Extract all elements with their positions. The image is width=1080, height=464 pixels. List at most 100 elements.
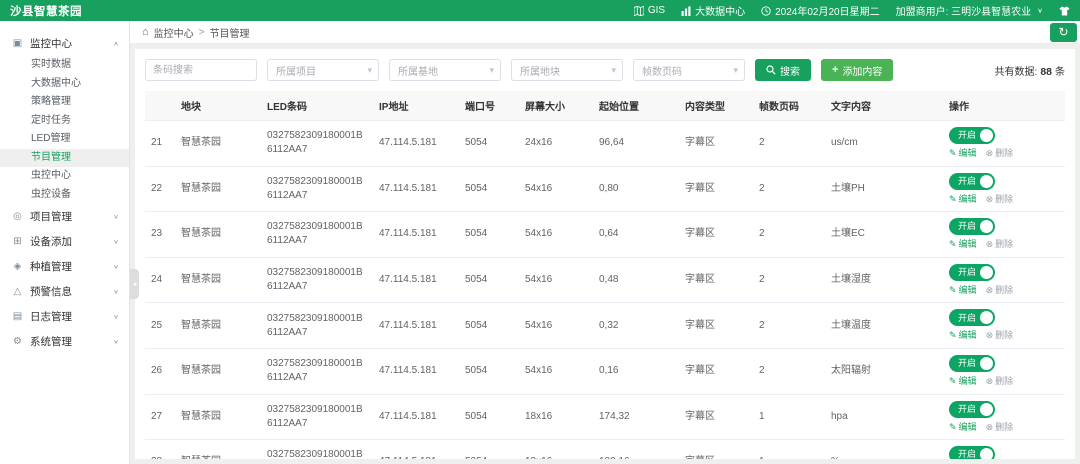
edit-button[interactable]: ✎ 编辑 bbox=[949, 238, 977, 251]
cell-plot: 智慧茶园 bbox=[175, 211, 261, 258]
plant-icon: ◈ bbox=[13, 261, 22, 272]
power-toggle[interactable]: 开启 bbox=[949, 127, 996, 144]
edit-icon: ✎ bbox=[949, 239, 957, 250]
sidebar-collapse-handle[interactable]: ◂ bbox=[130, 269, 139, 299]
sidebar-item[interactable]: 节目管理 bbox=[0, 148, 129, 167]
sidebar-item[interactable]: 定时任务 bbox=[0, 112, 129, 131]
power-toggle[interactable]: 开启 bbox=[949, 172, 996, 190]
delete-button[interactable]: ⊗ 删除 bbox=[986, 147, 1014, 160]
cell-actions: 开启 ✎编辑 ⊗删除 bbox=[943, 394, 1065, 441]
toggle-knob-icon bbox=[980, 356, 994, 370]
delete-button[interactable]: ⊗ 删除 bbox=[986, 375, 1014, 388]
sidebar-group[interactable]: ⊞ 设备添加 ∨ bbox=[0, 229, 129, 254]
cell-frame-page: 2 bbox=[753, 302, 825, 349]
filter-select[interactable]: 所属基地 bbox=[389, 59, 501, 81]
sidebar-group[interactable]: ▤ 日志管理 ∨ bbox=[0, 304, 129, 329]
breadcrumb-root[interactable]: 监控中心 bbox=[154, 25, 194, 40]
row-index: 26 bbox=[145, 348, 175, 395]
edit-icon: ✎ bbox=[949, 193, 957, 204]
sidebar-item[interactable]: LED管理 bbox=[0, 130, 129, 149]
sidebar-item[interactable]: 大数据中心 bbox=[0, 75, 129, 94]
search-button[interactable]: 搜索 bbox=[755, 59, 811, 81]
cell-content-type: 字幕区 bbox=[679, 348, 753, 395]
edit-button[interactable]: ✎ 编辑 bbox=[949, 193, 977, 206]
column-header: 端口号 bbox=[459, 91, 519, 121]
bigdata-link[interactable]: 大数据中心 bbox=[681, 3, 745, 18]
total-count: 共有数据: 88 条 bbox=[994, 65, 1065, 78]
filter-select[interactable]: 所属地块 bbox=[511, 59, 623, 81]
column-header: 操作 bbox=[943, 91, 1065, 121]
column-header: 内容类型 bbox=[679, 91, 753, 121]
delete-icon: ⊗ bbox=[985, 284, 994, 295]
cell-content-type: 字幕区 bbox=[679, 166, 753, 213]
table-row: 21 智慧茶园 0327582309180001B6112AA7 47.114.… bbox=[145, 120, 1065, 167]
cell-port: 5054 bbox=[459, 439, 519, 459]
toggle-knob-icon bbox=[980, 220, 994, 234]
delete-button[interactable]: ⊗ 删除 bbox=[986, 284, 1014, 297]
chevron-down-icon: ∨ bbox=[1037, 6, 1043, 15]
sidebar-group[interactable]: ◎ 项目管理 ∨ bbox=[0, 204, 129, 229]
cell-start-position: 0,64 bbox=[593, 211, 679, 258]
cell-led-barcode: 0327582309180001B6112AA7 bbox=[261, 439, 373, 459]
sidebar-group[interactable]: △ 预警信息 ∨ bbox=[0, 279, 129, 304]
cell-port: 5054 bbox=[459, 394, 519, 441]
sidebar-item[interactable]: 策略管理 bbox=[0, 93, 129, 112]
table-header-row: 地块 LED条码 IP地址 端口号 屏幕大小 起始位置 内容类型 帧数页码 文字内容 操作 bbox=[145, 91, 1065, 121]
edit-icon: ✎ bbox=[949, 330, 957, 341]
cell-frame-page: 2 bbox=[753, 166, 825, 213]
edit-button[interactable]: ✎ 编辑 bbox=[949, 329, 977, 342]
sidebar-group[interactable]: ◈ 种植管理 ∨ bbox=[0, 254, 129, 279]
cell-ip-address: 47.114.5.181 bbox=[373, 439, 459, 459]
power-toggle[interactable]: 开启 bbox=[949, 400, 996, 418]
cell-frame-page: 2 bbox=[753, 120, 825, 167]
edit-button[interactable]: ✎ 编辑 bbox=[949, 284, 977, 297]
toggle-label: 开启 bbox=[958, 221, 977, 232]
table-row: 23 智慧茶园 0327582309180001B6112AA7 47.114.… bbox=[145, 211, 1065, 258]
power-toggle[interactable]: 开启 bbox=[949, 263, 996, 281]
project-icon: ◎ bbox=[13, 211, 22, 222]
cell-content-type: 字幕区 bbox=[679, 211, 753, 258]
barcode-search-input[interactable] bbox=[145, 59, 257, 81]
cell-plot: 智慧茶园 bbox=[175, 439, 261, 459]
cell-actions: 开启 ✎编辑 ⊗删除 bbox=[943, 120, 1065, 167]
power-toggle[interactable]: 开启 bbox=[949, 218, 996, 236]
log-icon: ▤ bbox=[12, 311, 23, 322]
sidebar-item[interactable]: 虫控中心 bbox=[0, 167, 129, 186]
power-toggle[interactable]: 开启 bbox=[949, 354, 996, 372]
gis-link[interactable]: GIS bbox=[633, 5, 665, 16]
chevron-icon: ∨ bbox=[113, 288, 119, 295]
delete-button[interactable]: ⊗ 删除 bbox=[986, 193, 1014, 206]
filter-select[interactable]: 所属项目 bbox=[267, 59, 379, 81]
refresh-button[interactable]: ↻ bbox=[1050, 23, 1077, 42]
sidebar-group[interactable]: ▣ 监控中心 ∧ bbox=[0, 31, 129, 56]
edit-button[interactable]: ✎ 编辑 bbox=[949, 147, 977, 160]
edit-button[interactable]: ✎ 编辑 bbox=[949, 375, 977, 388]
row-index: 25 bbox=[145, 302, 175, 349]
cell-text-content: % bbox=[825, 439, 943, 459]
toggle-knob-icon bbox=[980, 311, 994, 325]
system-icon: ⚙ bbox=[13, 336, 22, 347]
cell-frame-page: 2 bbox=[753, 211, 825, 258]
cell-start-position: 0,80 bbox=[593, 166, 679, 213]
toggle-knob-icon bbox=[980, 448, 994, 459]
monitor-icon: ▣ bbox=[12, 38, 23, 49]
user-menu[interactable]: 加盟商用户: 三明沙县智慧农业 ∨ bbox=[896, 3, 1043, 18]
delete-button[interactable]: ⊗ 删除 bbox=[986, 329, 1014, 342]
edit-button[interactable]: ✎ 编辑 bbox=[949, 421, 977, 434]
power-toggle[interactable]: 开启 bbox=[949, 309, 996, 327]
cell-actions: 开启 ✎编辑 ⊗删除 bbox=[943, 166, 1065, 213]
row-index: 22 bbox=[145, 166, 175, 213]
filter-select[interactable]: 帧数页码 bbox=[633, 59, 745, 81]
sidebar-item[interactable]: 虫控设备 bbox=[0, 186, 129, 205]
cell-port: 5054 bbox=[459, 211, 519, 258]
delete-button[interactable]: ⊗ 删除 bbox=[986, 421, 1014, 434]
power-toggle[interactable]: 开启 bbox=[949, 446, 996, 459]
add-content-button[interactable]: + 添加内容 bbox=[821, 59, 894, 81]
delete-button[interactable]: ⊗ 删除 bbox=[986, 238, 1014, 251]
cell-text-content: hpa bbox=[825, 394, 943, 441]
cell-start-position: 0,48 bbox=[593, 257, 679, 304]
sidebar-item[interactable]: 实时数据 bbox=[0, 56, 129, 75]
theme-button[interactable] bbox=[1059, 6, 1070, 16]
cell-content-type: 字幕区 bbox=[679, 439, 753, 459]
sidebar-group[interactable]: ⚙ 系统管理 ∨ bbox=[0, 329, 129, 354]
